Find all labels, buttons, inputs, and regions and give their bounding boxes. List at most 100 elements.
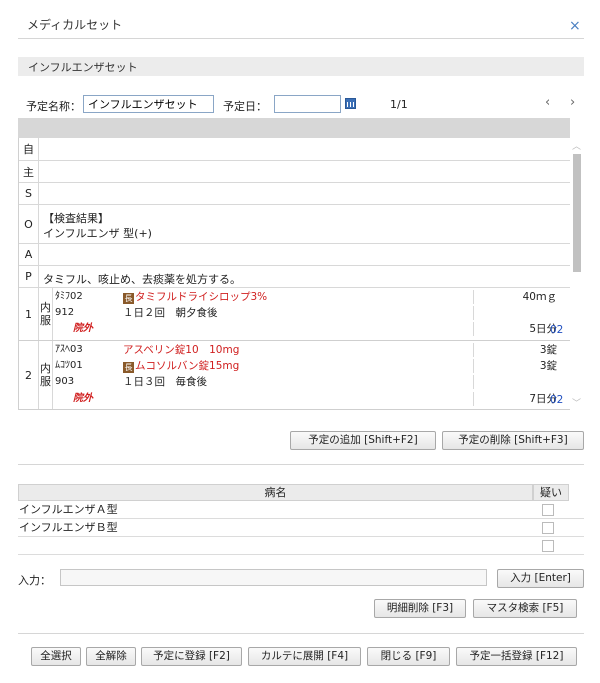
plan-date-input[interactable] bbox=[274, 95, 341, 113]
rx-line[interactable]: ｱｽﾍ03 アスベリン錠10 10mg 3錠 bbox=[53, 343, 570, 357]
rx-drug-name: ムコソルバン錠15mg bbox=[135, 360, 240, 372]
delete-plan-button[interactable]: 予定の削除 [Shift+F3] bbox=[442, 431, 584, 450]
rx-route-code: 02 bbox=[550, 394, 564, 406]
rx-line[interactable]: 院外 7日分 bbox=[53, 392, 570, 406]
soap-text-line2: インフルエンザ 型(+) bbox=[43, 227, 152, 240]
rx-code: ｱｽﾍ03 bbox=[55, 344, 83, 355]
register-plan-button[interactable]: 予定に登録 [F2] bbox=[141, 647, 242, 666]
rx-kind-a: 内 bbox=[40, 362, 51, 375]
suspect-checkbox[interactable] bbox=[542, 504, 554, 516]
input-button[interactable]: 入力 [Enter] bbox=[497, 569, 584, 588]
soap-row-ji[interactable]: 自 bbox=[19, 138, 570, 161]
soap-key: 自 bbox=[19, 138, 39, 160]
soap-key: P bbox=[19, 266, 39, 287]
disease-name-header: 病名 bbox=[18, 484, 533, 501]
rx-qty: 3錠 bbox=[473, 343, 559, 357]
table-row[interactable]: インフルエンザＡ型 bbox=[18, 501, 584, 519]
disease-name: インフルエンザＢ型 bbox=[19, 521, 118, 534]
rx-kind-a: 内 bbox=[40, 301, 51, 314]
soap-key: 主 bbox=[19, 161, 39, 182]
rx-route-code: 02 bbox=[550, 324, 564, 336]
table-row[interactable]: インフルエンザＢ型 bbox=[18, 519, 584, 537]
rx-drug-name: タミフルドライシロップ3% bbox=[135, 291, 268, 303]
rx-code: ﾑｺﾂ01 bbox=[55, 360, 83, 371]
rx-qty bbox=[473, 375, 559, 389]
master-search-button[interactable]: マスタ検索 [F5] bbox=[473, 599, 577, 618]
rx-drug: 長タミフルドライシロップ3% bbox=[123, 290, 267, 304]
rx-code: 912 bbox=[55, 307, 75, 318]
soap-row-a[interactable]: A bbox=[19, 244, 570, 266]
rx-line[interactable]: 912 １日２回 朝夕食後 bbox=[53, 306, 570, 320]
chevron-right-icon[interactable]: › bbox=[570, 95, 575, 110]
plan-name-label: 予定名称： bbox=[26, 100, 81, 113]
rx-outside: 院外 bbox=[73, 323, 93, 334]
scroll-up-icon[interactable]: ︿ bbox=[572, 139, 581, 152]
rx-code: 903 bbox=[55, 376, 75, 387]
rx-kind: 内服 bbox=[39, 288, 53, 340]
soap-row-s[interactable]: S bbox=[19, 183, 570, 205]
rx-line[interactable]: ﾑｺﾂ01 長ムコソルバン錠15mg 3錠 bbox=[53, 359, 570, 373]
rx-line[interactable]: 903 １日３回 毎食後 bbox=[53, 375, 570, 389]
select-all-button[interactable]: 全選択 bbox=[31, 647, 81, 666]
window-title: メディカルセット bbox=[27, 18, 123, 32]
soap-panel[interactable]: 自 主 S O 【検査結果】 インフルエンザ 型(+) A P タミフル、咳止め… bbox=[18, 138, 570, 410]
calendar-icon[interactable] bbox=[345, 98, 356, 109]
soap-row-p[interactable]: P タミフル、咳止め、去痰薬を処方する。 bbox=[19, 266, 570, 288]
rx-days: 7日分 bbox=[473, 392, 559, 406]
soap-text: タミフル、咳止め、去痰薬を処方する。 bbox=[43, 273, 241, 286]
rx-usage: １日３回 毎食後 bbox=[123, 376, 207, 388]
rx-block-1[interactable]: 1 内服 ﾀﾐﾌ02 長タミフルドライシロップ3% 40ｍｇ 912 １日２回 … bbox=[19, 288, 570, 341]
rx-qty: 40ｍｇ bbox=[473, 290, 559, 304]
divider bbox=[18, 464, 584, 465]
suspect-checkbox[interactable] bbox=[542, 522, 554, 534]
chevron-left-icon[interactable]: ‹ bbox=[545, 95, 550, 110]
rx-kind: 内服 bbox=[39, 341, 53, 409]
rx-qty bbox=[473, 306, 559, 320]
plan-date-label: 予定日： bbox=[223, 100, 267, 113]
bulk-register-button[interactable]: 予定一括登録 [F12] bbox=[456, 647, 577, 666]
close-icon[interactable]: × bbox=[569, 18, 581, 34]
soap-row-o[interactable]: O 【検査結果】 インフルエンザ 型(+) bbox=[19, 205, 570, 244]
rx-block-2[interactable]: 2 内服 ｱｽﾍ03 アスベリン錠10 10mg 3錠 ﾑｺﾂ01 長ムコソルバ… bbox=[19, 341, 570, 410]
scroll-down-icon[interactable]: ﹀ bbox=[572, 396, 581, 409]
expand-karte-button[interactable]: カルテに展開 [F4] bbox=[248, 647, 361, 666]
scrollbar-thumb[interactable] bbox=[573, 154, 581, 272]
deselect-all-button[interactable]: 全解除 bbox=[86, 647, 136, 666]
long-term-badge: 長 bbox=[123, 362, 134, 373]
divider bbox=[18, 38, 584, 39]
divider bbox=[18, 633, 584, 634]
soap-key: O bbox=[19, 205, 39, 243]
close-button[interactable]: 閉じる [F9] bbox=[367, 647, 450, 666]
rx-drug: 長ムコソルバン錠15mg bbox=[123, 359, 239, 373]
rx-number: 2 bbox=[19, 341, 39, 409]
soap-header-bar bbox=[18, 118, 570, 138]
long-term-badge: 長 bbox=[123, 293, 134, 304]
rx-drug-name: アスベリン錠10 10mg bbox=[123, 344, 240, 356]
soap-text: 【検査結果】 bbox=[43, 212, 109, 225]
rx-days: 5日分 bbox=[473, 322, 559, 336]
input-label: 入力： bbox=[18, 574, 51, 587]
add-plan-button[interactable]: 予定の追加 [Shift+F2] bbox=[290, 431, 436, 450]
rx-code: ﾀﾐﾌ02 bbox=[55, 291, 83, 302]
soap-row-shu[interactable]: 主 bbox=[19, 161, 570, 183]
rx-line[interactable]: 院外 5日分 bbox=[53, 322, 570, 336]
section-header: インフルエンザセット bbox=[18, 57, 584, 76]
rx-kind-b: 服 bbox=[40, 375, 51, 388]
free-input[interactable] bbox=[60, 569, 487, 586]
rx-qty: 3錠 bbox=[473, 359, 559, 373]
rx-outside: 院外 bbox=[73, 393, 93, 404]
table-row[interactable] bbox=[18, 537, 584, 555]
suspect-checkbox[interactable] bbox=[542, 540, 554, 552]
suspect-header: 疑い bbox=[533, 484, 569, 501]
soap-scrollbar[interactable]: ︿ ﹀ bbox=[571, 138, 584, 410]
plan-name-input[interactable] bbox=[83, 95, 214, 113]
detail-delete-button[interactable]: 明細削除 [F3] bbox=[374, 599, 466, 618]
rx-line[interactable]: ﾀﾐﾌ02 長タミフルドライシロップ3% 40ｍｇ bbox=[53, 290, 570, 304]
page-indicator: 1/1 bbox=[390, 98, 408, 111]
rx-number: 1 bbox=[19, 288, 39, 340]
disease-name: インフルエンザＡ型 bbox=[19, 503, 118, 516]
soap-key: A bbox=[19, 244, 39, 265]
rx-usage: １日２回 朝夕食後 bbox=[123, 307, 218, 319]
soap-key: S bbox=[19, 183, 39, 204]
rx-kind-b: 服 bbox=[40, 314, 51, 327]
